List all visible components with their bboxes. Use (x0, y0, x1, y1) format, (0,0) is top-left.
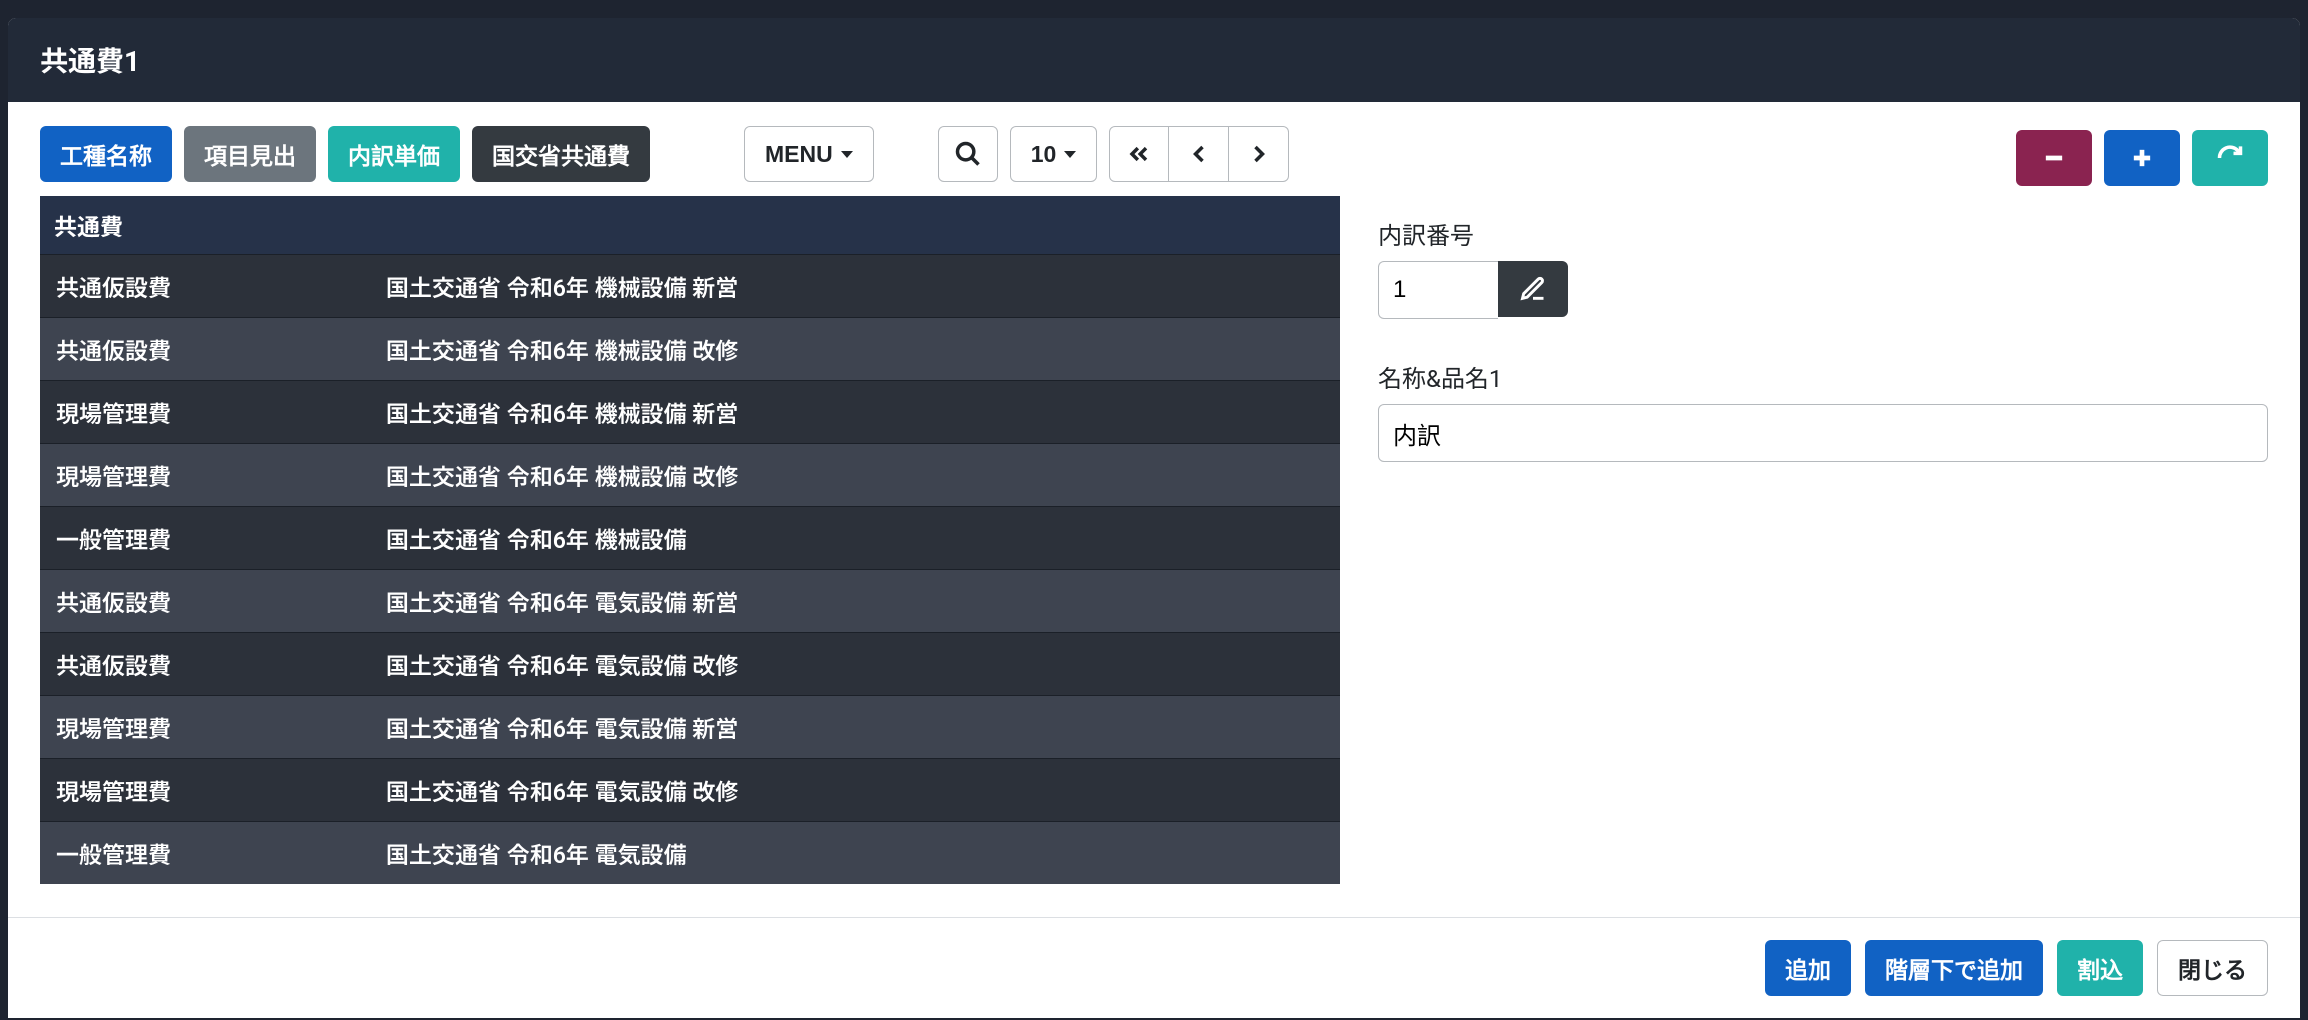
footer-add-below-button[interactable]: 階層下で追加 (1865, 940, 2043, 996)
item-heading-button[interactable]: 項目見出 (184, 126, 316, 182)
table-cell-description: 国土交通省 令和6年 機械設備 新営 (370, 381, 1340, 443)
name-label: 名称&品名1 (1378, 359, 2268, 394)
table-cell-category: 共通仮設費 (40, 318, 370, 380)
pager-next-button[interactable] (1229, 126, 1289, 182)
table-row[interactable]: 一般管理費国土交通省 令和6年 電気設備 (40, 821, 1340, 884)
group-header[interactable]: 共通費 (40, 196, 1340, 254)
table-row[interactable]: 共通仮設費国土交通省 令和6年 機械設備 改修 (40, 317, 1340, 380)
footer-insert-button[interactable]: 割込 (2057, 940, 2143, 996)
modal: 共通費1 工種名称 項目見出 内訳単価 国交省共通費 MENU 10 (8, 18, 2300, 1018)
mlit-common-button[interactable]: 国交省共通費 (472, 126, 650, 182)
table-cell-category: 現場管理費 (40, 696, 370, 758)
modal-footer: 追加 階層下で追加 割込 閉じる (8, 917, 2300, 1018)
table-cell-category: 共通仮設費 (40, 255, 370, 317)
table-row[interactable]: 現場管理費国土交通省 令和6年 電気設備 改修 (40, 758, 1340, 821)
left-panel: 工種名称 項目見出 内訳単価 国交省共通費 MENU 10 (40, 126, 1340, 897)
add-button[interactable] (2104, 130, 2180, 186)
table-cell-category: 共通仮設費 (40, 633, 370, 695)
modal-title: 共通費1 (40, 45, 140, 78)
detail-number-field: 内訳番号 (1378, 216, 2268, 319)
table-row[interactable]: 一般管理費国土交通省 令和6年 機械設備 (40, 506, 1340, 569)
detail-number-input[interactable] (1378, 261, 1498, 319)
table-cell-description: 国土交通省 令和6年 電気設備 新営 (370, 570, 1340, 632)
search-button[interactable] (938, 126, 998, 182)
table-cell-description: 国土交通省 令和6年 機械設備 新営 (370, 255, 1340, 317)
table-row[interactable]: 現場管理費国土交通省 令和6年 機械設備 改修 (40, 443, 1340, 506)
table-cell-category: 一般管理費 (40, 822, 370, 884)
right-toolbar (1378, 130, 2268, 186)
table-cell-description: 国土交通省 令和6年 機械設備 改修 (370, 444, 1340, 506)
right-panel: 内訳番号 名称&品名1 (1378, 126, 2268, 897)
page-size-dropdown[interactable]: 10 (1010, 126, 1098, 182)
double-chevron-left-icon (1125, 140, 1153, 168)
page-size-label: 10 (1031, 141, 1057, 168)
table-cell-category: 共通仮設費 (40, 570, 370, 632)
plus-icon (2128, 144, 2156, 172)
chevron-right-icon (1245, 140, 1273, 168)
table-row[interactable]: 共通仮設費国土交通省 令和6年 電気設備 改修 (40, 632, 1340, 695)
menu-label: MENU (765, 141, 833, 168)
table-cell-category: 現場管理費 (40, 381, 370, 443)
table-cell-description: 国土交通省 令和6年 電気設備 改修 (370, 759, 1340, 821)
table-row[interactable]: 共通仮設費国土交通省 令和6年 機械設備 新営 (40, 254, 1340, 317)
footer-close-button[interactable]: 閉じる (2157, 940, 2268, 996)
table-row[interactable]: 現場管理費国土交通省 令和6年 電気設備 新営 (40, 695, 1340, 758)
table-row[interactable]: 共通仮設費国土交通省 令和6年 電気設備 新営 (40, 569, 1340, 632)
edit-icon (1519, 275, 1547, 303)
detail-price-button[interactable]: 内訳単価 (328, 126, 460, 182)
type-name-button[interactable]: 工種名称 (40, 126, 172, 182)
modal-body: 工種名称 項目見出 内訳単価 国交省共通費 MENU 10 (8, 102, 2300, 917)
table-cell-category: 一般管理費 (40, 507, 370, 569)
search-icon (954, 140, 982, 168)
table-cell-description: 国土交通省 令和6年 電気設備 新営 (370, 696, 1340, 758)
pager-first-button[interactable] (1109, 126, 1169, 182)
detail-number-label: 内訳番号 (1378, 216, 2268, 251)
refresh-icon (2216, 144, 2244, 172)
minus-icon (2040, 144, 2068, 172)
remove-button[interactable] (2016, 130, 2092, 186)
edit-number-button[interactable] (1498, 261, 1568, 317)
table-cell-description: 国土交通省 令和6年 機械設備 (370, 507, 1340, 569)
toolbar: 工種名称 項目見出 内訳単価 国交省共通費 MENU 10 (40, 126, 1340, 182)
table-cell-category: 現場管理費 (40, 444, 370, 506)
footer-add-button[interactable]: 追加 (1765, 940, 1851, 996)
menu-dropdown[interactable]: MENU (744, 126, 874, 182)
table-cell-category: 現場管理費 (40, 759, 370, 821)
pager-prev-button[interactable] (1169, 126, 1229, 182)
name-input[interactable] (1378, 404, 2268, 462)
table-row[interactable]: 現場管理費国土交通省 令和6年 機械設備 新営 (40, 380, 1340, 443)
table-cell-description: 国土交通省 令和6年 電気設備 (370, 822, 1340, 884)
refresh-button[interactable] (2192, 130, 2268, 186)
table-cell-description: 国土交通省 令和6年 機械設備 改修 (370, 318, 1340, 380)
pager (1109, 126, 1289, 182)
chevron-left-icon (1185, 140, 1213, 168)
modal-header: 共通費1 (8, 18, 2300, 102)
table-cell-description: 国土交通省 令和6年 電気設備 改修 (370, 633, 1340, 695)
name-field: 名称&品名1 (1378, 359, 2268, 462)
data-table: 共通費 共通仮設費国土交通省 令和6年 機械設備 新営共通仮設費国土交通省 令和… (40, 196, 1340, 884)
